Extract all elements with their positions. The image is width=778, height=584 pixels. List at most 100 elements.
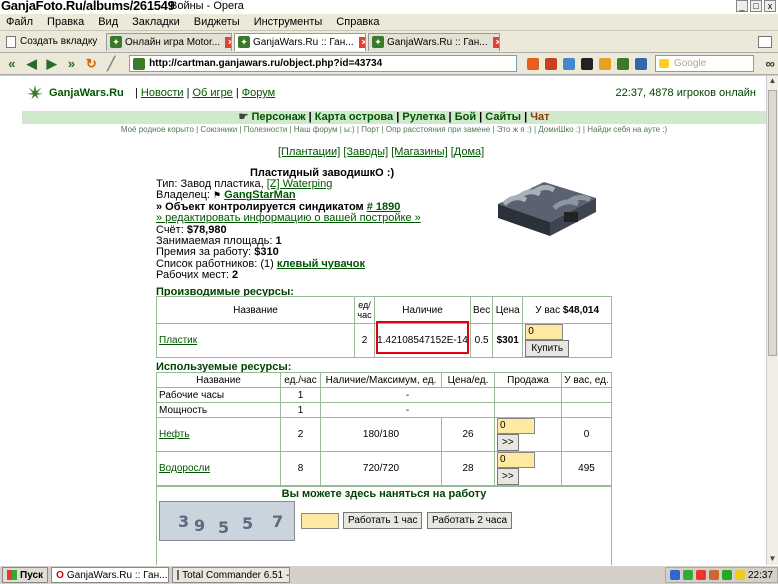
close-tab-icon[interactable]: × bbox=[225, 36, 231, 48]
sell-algae-input[interactable]: 0 bbox=[497, 452, 535, 468]
quick-links[interactable]: Моё родное корыто | Союзники | Полезност… bbox=[22, 125, 766, 134]
toolbar-widget-icon[interactable] bbox=[580, 57, 593, 70]
maximize-button[interactable]: □ bbox=[750, 0, 762, 12]
rss-icon[interactable] bbox=[526, 57, 539, 70]
nav-fight[interactable]: Бой bbox=[455, 111, 476, 123]
weight-value: 0.5 bbox=[469, 323, 494, 358]
tab-label: GanjaWars.Ru :: Ган... bbox=[387, 36, 488, 48]
rewind-icon[interactable]: « bbox=[4, 56, 20, 72]
price-value: $301 bbox=[492, 323, 524, 358]
resource-oil-link[interactable]: Нефть bbox=[159, 429, 190, 440]
menu-help[interactable]: Справка bbox=[336, 16, 379, 28]
menu-bookmarks[interactable]: Закладки bbox=[132, 16, 180, 28]
worker-link[interactable]: клевый чувачок bbox=[277, 258, 365, 270]
nav-sites[interactable]: Сайты bbox=[485, 111, 521, 123]
have-label: У вас bbox=[535, 304, 563, 316]
col-price: Цена/ед. bbox=[441, 372, 495, 388]
fast-forward-icon[interactable]: » bbox=[64, 56, 80, 72]
search-input[interactable]: Google bbox=[654, 55, 755, 72]
bonus-value: $310 bbox=[254, 246, 279, 259]
scroll-up-icon[interactable]: ▲ bbox=[767, 76, 778, 87]
owner-link[interactable]: GangStarMan bbox=[224, 189, 296, 201]
area-label: Занимаемая площадь: bbox=[156, 235, 276, 248]
language-icon[interactable] bbox=[669, 570, 680, 580]
col-stock-max: Наличие/Максимум, ед. bbox=[320, 372, 442, 388]
forward-icon[interactable]: ▶ bbox=[44, 56, 60, 72]
syndicate-link[interactable]: # 1890 bbox=[367, 201, 401, 213]
scroll-thumb[interactable] bbox=[768, 90, 777, 356]
type-link[interactable]: [Z] Waterping bbox=[267, 178, 333, 190]
start-label: Пуск bbox=[20, 569, 44, 581]
minimize-button[interactable]: _ bbox=[736, 0, 748, 12]
buy-button[interactable]: Купить bbox=[525, 340, 570, 357]
highlight-box bbox=[376, 321, 469, 354]
tab-ganjawars-active[interactable]: ✦ GanjaWars.Ru :: Ган... × bbox=[234, 32, 366, 51]
binoculars-icon[interactable]: ∞ bbox=[762, 56, 778, 72]
at-sign-icon[interactable] bbox=[634, 57, 647, 70]
type-label: Тип: Завод пластика, bbox=[156, 178, 267, 190]
col-have: У вас, ед. bbox=[561, 372, 612, 388]
menu-file[interactable]: Файл bbox=[6, 16, 33, 28]
forum-link[interactable]: Форум bbox=[242, 87, 275, 99]
tray-app-icon[interactable] bbox=[682, 570, 693, 580]
nav-chat[interactable]: Чат bbox=[530, 111, 549, 123]
captcha-input[interactable] bbox=[301, 513, 339, 529]
scroll-down-icon[interactable]: ▼ bbox=[767, 554, 778, 565]
reload-icon[interactable]: ↻ bbox=[83, 56, 99, 72]
account-value: $78,980 bbox=[186, 223, 227, 236]
bonus-label: Премия за работу: bbox=[156, 246, 255, 259]
start-button[interactable]: Пуск bbox=[2, 567, 49, 583]
about-link[interactable]: Об игре bbox=[193, 87, 233, 99]
leaf-icon[interactable] bbox=[616, 57, 629, 70]
cat-factories[interactable]: [Заводы] bbox=[343, 146, 388, 158]
task-total-commander[interactable]: Total Commander 6.51 - S... bbox=[172, 567, 291, 583]
col-per-hour: ед./час bbox=[280, 372, 321, 388]
buy-quantity-input[interactable]: 0 bbox=[525, 324, 564, 340]
person-icon[interactable] bbox=[562, 57, 575, 70]
sell-oil-button[interactable]: >> bbox=[497, 434, 519, 451]
menu-widgets[interactable]: Виджеты bbox=[194, 16, 240, 28]
back-icon[interactable]: ◀ bbox=[24, 56, 40, 72]
col-price: Цена bbox=[492, 296, 524, 324]
cat-plantations[interactable]: [Плантации] bbox=[278, 146, 340, 158]
nav-character[interactable]: Персонаж bbox=[251, 111, 305, 123]
tray-app-icon[interactable] bbox=[695, 570, 706, 580]
resource-plastic-link[interactable]: Пластик bbox=[159, 335, 197, 346]
work-2h-button[interactable]: Работать 2 часа bbox=[427, 512, 513, 529]
cat-houses[interactable]: [Дома] bbox=[451, 146, 484, 158]
tab-favicon-icon: ✦ bbox=[238, 36, 250, 48]
edit-icon[interactable]: ╱ bbox=[103, 56, 119, 72]
stock-value: - bbox=[320, 402, 495, 418]
work-1h-button[interactable]: Работать 1 час bbox=[343, 512, 423, 529]
bee-icon[interactable] bbox=[598, 57, 611, 70]
address-bar[interactable]: http://cartman.ganjawars.ru/object.php?i… bbox=[129, 55, 517, 72]
per-hour-value: 2 bbox=[280, 417, 321, 452]
news-link[interactable]: Новости bbox=[141, 87, 184, 99]
vertical-scrollbar[interactable]: ▲ ▼ bbox=[766, 76, 778, 565]
new-tab-button[interactable]: Создать вкладку bbox=[0, 35, 104, 48]
menu-edit[interactable]: Правка bbox=[47, 16, 84, 28]
task-opera[interactable]: O GanjaWars.Ru :: Ган... bbox=[51, 567, 170, 583]
trash-icon[interactable] bbox=[758, 35, 772, 48]
close-button[interactable]: x bbox=[764, 0, 776, 12]
close-tab-icon[interactable]: × bbox=[492, 36, 499, 48]
tray-app-icon[interactable] bbox=[708, 570, 719, 580]
online-status: 22:37, 4878 игроков онлайн bbox=[615, 87, 756, 99]
close-tab-icon[interactable]: × bbox=[358, 36, 365, 48]
menu-view[interactable]: Вид bbox=[98, 16, 118, 28]
tab-label: GanjaWars.Ru :: Ган... bbox=[253, 36, 354, 48]
nav-map[interactable]: Карта острова bbox=[315, 111, 393, 123]
page-content: GanjaWars.Ru | Новости | Об игре | Форум… bbox=[0, 76, 766, 565]
tray-app-icon[interactable] bbox=[721, 570, 732, 580]
nav-roulette[interactable]: Рулетка bbox=[402, 111, 445, 123]
tray-app-icon[interactable] bbox=[734, 570, 745, 580]
menu-tools[interactable]: Инструменты bbox=[254, 16, 323, 28]
tab-ganjawars[interactable]: ✦ GanjaWars.Ru :: Ган... × bbox=[368, 32, 500, 51]
sell-oil-input[interactable]: 0 bbox=[497, 418, 535, 434]
share-icon[interactable] bbox=[544, 57, 557, 70]
cat-shops[interactable]: [Магазины] bbox=[391, 146, 447, 158]
tab-motor[interactable]: ✦ Онлайн игра Motor... × bbox=[106, 32, 232, 51]
sell-algae-button[interactable]: >> bbox=[497, 468, 519, 485]
captcha-image: 3 9 5 5 7 bbox=[159, 501, 295, 541]
resource-algae-link[interactable]: Водоросли bbox=[159, 463, 210, 474]
